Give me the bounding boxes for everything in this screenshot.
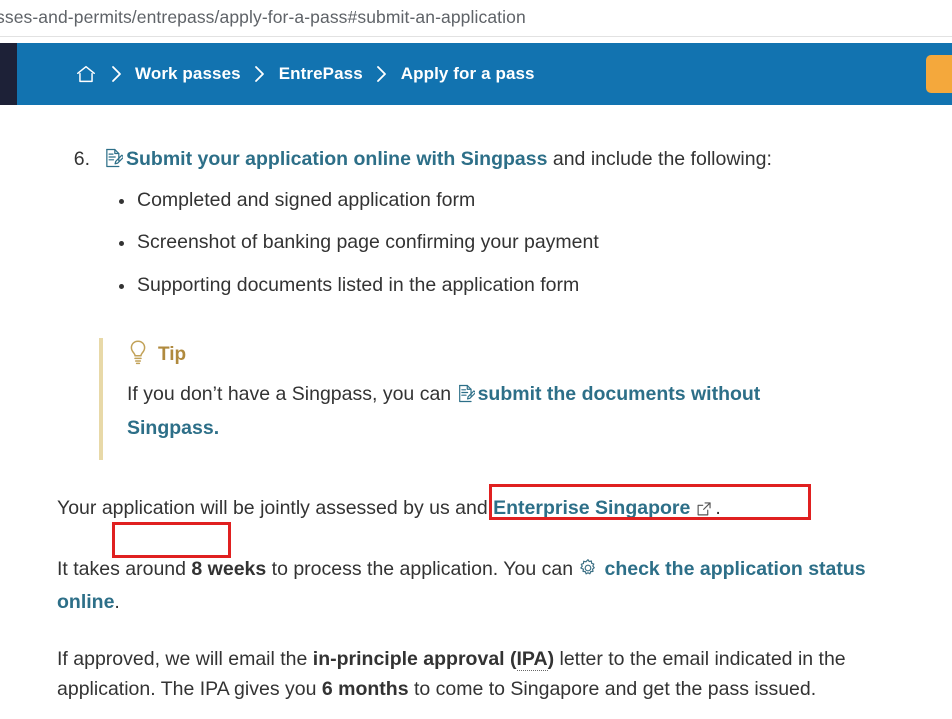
paragraph-assessment: Your application will be jointly assesse… bbox=[57, 493, 872, 526]
list-item: Screenshot of banking page confirming yo… bbox=[104, 230, 864, 255]
list-item: Supporting documents listed in the appli… bbox=[104, 273, 864, 298]
breadcrumb-item-apply-for-a-pass[interactable]: Apply for a pass bbox=[401, 64, 535, 84]
list-item: Completed and signed application form bbox=[104, 188, 864, 213]
highlight-singpass-link bbox=[112, 522, 231, 558]
gear-icon bbox=[578, 557, 598, 587]
assessment-tail-text: . bbox=[715, 497, 721, 519]
chevron-right-icon bbox=[363, 62, 401, 86]
paragraph-approval: If approved, we will email the in-princi… bbox=[57, 644, 869, 704]
home-icon[interactable] bbox=[75, 63, 97, 85]
nav-cta-button[interactable] bbox=[926, 55, 952, 93]
approval-tail-text: to come to Singapore and get the pass is… bbox=[408, 678, 817, 701]
ordered-list-item-6: 6. Submit your application online with S… bbox=[58, 145, 898, 177]
ipa-abbreviation: IPA bbox=[516, 648, 548, 671]
requirements-list: Completed and signed application form Sc… bbox=[104, 188, 864, 315]
tip-body: If you don’t have a Singpass, you can su… bbox=[127, 379, 827, 444]
assessment-lead-text: Your application will be jointly assesse… bbox=[57, 497, 494, 519]
approval-lead-text: If approved, we will email the bbox=[57, 648, 313, 670]
approval-term: in-principle approval ( bbox=[312, 648, 517, 670]
list-item-number: 6. bbox=[73, 148, 90, 170]
form-document-icon bbox=[457, 382, 476, 413]
external-link-icon bbox=[696, 496, 712, 526]
approval-validity: 6 months bbox=[321, 678, 409, 701]
breadcrumb: Work passes EntrePass Apply for a pass bbox=[75, 43, 535, 105]
lightbulb-icon bbox=[127, 339, 149, 372]
chevron-right-icon bbox=[97, 62, 135, 86]
step-trailing-text: and include the following: bbox=[547, 148, 772, 170]
browser-url-bar[interactable]: sses-and-permits/entrepass/apply-for-a-p… bbox=[0, 0, 952, 37]
nav-left-dark-strip bbox=[0, 43, 17, 105]
processing-lead-text: It takes around bbox=[57, 558, 192, 580]
tip-lead-text: If you don’t have a Singpass, you can bbox=[127, 383, 457, 405]
tip-title: Tip bbox=[158, 344, 187, 365]
list-item-text: Submit your application online with Sing… bbox=[104, 145, 772, 177]
tip-header: Tip bbox=[127, 338, 859, 372]
enterprise-singapore-link[interactable]: Enterprise Singapore bbox=[493, 497, 690, 519]
page-content: 6. Submit your application online with S… bbox=[0, 105, 952, 719]
breadcrumb-item-entrepass[interactable]: EntrePass bbox=[279, 64, 363, 84]
nav-blue-background: Work passes EntrePass Apply for a pass bbox=[17, 43, 952, 105]
submit-application-link[interactable]: Submit your application online with Sing… bbox=[126, 148, 547, 170]
paragraph-processing: It takes around 8 weeks to process the a… bbox=[57, 554, 867, 617]
processing-mid-text: to process the application. You can bbox=[266, 558, 579, 580]
url-text: sses-and-permits/entrepass/apply-for-a-p… bbox=[0, 7, 526, 27]
processing-duration: 8 weeks bbox=[191, 558, 267, 580]
tip-callout: Tip If you don’t have a Singpass, you ca… bbox=[99, 338, 859, 460]
breadcrumb-bar: Work passes EntrePass Apply for a pass bbox=[0, 43, 952, 105]
form-document-icon bbox=[104, 148, 125, 177]
breadcrumb-item-work-passes[interactable]: Work passes bbox=[135, 64, 241, 84]
chevron-right-icon bbox=[241, 62, 279, 86]
processing-tail-text: . bbox=[114, 591, 120, 614]
